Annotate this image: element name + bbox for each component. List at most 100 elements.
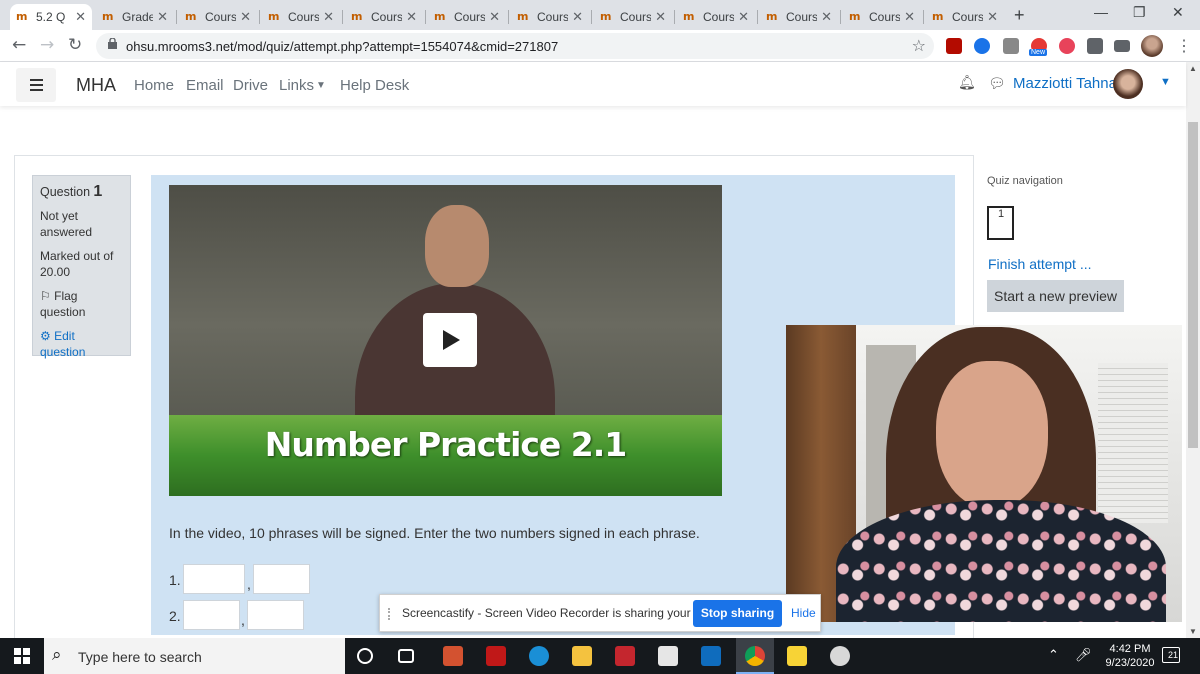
tab-course[interactable]: ⅿ Cours ✕ [594, 4, 672, 30]
stop-sharing-button[interactable]: Stop sharing [693, 600, 782, 627]
tab-course[interactable]: ⅿ Cours ✕ [760, 4, 838, 30]
tab-course[interactable]: ⅿ Cours ✕ [511, 4, 589, 30]
answer-input[interactable] [247, 600, 304, 630]
reload-icon[interactable]: ↻ [68, 35, 82, 55]
share-message: Screencastify - Screen Video Recorder is… [402, 606, 734, 620]
nav-drive[interactable]: Drive [233, 77, 268, 94]
more-menu-icon[interactable]: ⋮ [1176, 36, 1192, 56]
chrome-icon[interactable] [745, 646, 765, 666]
tab-quiz[interactable]: ⅿ 5.2 Q ✕ [10, 4, 92, 30]
edge-icon[interactable] [529, 646, 549, 666]
video-title: Number Practice 2.1 [264, 425, 628, 464]
store-icon[interactable] [658, 646, 678, 666]
tab-course[interactable]: ⅿ Cours ✕ [926, 4, 1004, 30]
user-avatar[interactable] [1113, 69, 1143, 99]
close-icon[interactable]: ✕ [904, 9, 915, 25]
close-icon[interactable]: ✕ [157, 9, 168, 25]
windows-start-icon[interactable] [14, 648, 30, 664]
close-window-icon[interactable]: ✕ [1172, 4, 1184, 21]
chevron-down-icon[interactable]: ▼ [1160, 76, 1171, 88]
extension-icon[interactable] [1003, 38, 1019, 54]
tab-course[interactable]: ⅿ Cours ✕ [179, 4, 257, 30]
close-icon[interactable]: ✕ [406, 9, 417, 25]
close-icon[interactable]: ✕ [323, 9, 334, 25]
play-icon[interactable] [423, 313, 477, 367]
finish-attempt-link[interactable]: Finish attempt ... [988, 256, 1091, 272]
webcam-overlay[interactable] [786, 325, 1182, 622]
scrollbar-thumb[interactable] [1188, 122, 1198, 448]
chat-icon[interactable]: 💬︎ [988, 76, 1006, 92]
extension-icon[interactable] [974, 38, 990, 54]
forward-icon[interactable]: → [40, 35, 54, 55]
chevron-up-icon[interactable]: ⌃ [1048, 648, 1059, 663]
back-icon[interactable]: ← [12, 35, 26, 55]
snipping-tool-icon[interactable] [830, 646, 850, 666]
flag-question[interactable]: ⚐ Flag question [40, 288, 123, 320]
answer-input[interactable] [183, 600, 240, 630]
close-icon[interactable]: ✕ [240, 9, 251, 25]
screen-share-bar: Screencastify - Screen Video Recorder is… [379, 594, 821, 632]
tab-course[interactable]: ⅿ Cours ✕ [428, 4, 506, 30]
mcafee-icon[interactable] [486, 646, 506, 666]
moodle-icon: ⅿ [766, 10, 778, 23]
tab-course[interactable]: ⅿ Cours ✕ [262, 4, 340, 30]
quiz-nav-question-button[interactable]: 1 [987, 206, 1014, 240]
tab-course[interactable]: ⅿ Cours ✕ [843, 4, 921, 30]
address-bar[interactable]: ohsu.mrooms3.net/mod/quiz/attempt.php?at… [96, 33, 934, 59]
close-icon[interactable]: ✕ [572, 9, 583, 25]
answer-input[interactable] [183, 564, 245, 594]
app-icon[interactable] [615, 646, 635, 666]
hamburger-menu-icon[interactable] [16, 68, 56, 102]
tab-separator [176, 10, 177, 24]
edit-question-link[interactable]: ⚙ Edit question [40, 328, 123, 360]
taskbar-search-box[interactable]: ⌕ Type here to search [44, 638, 345, 674]
mail-icon[interactable] [701, 646, 721, 666]
nav-email[interactable]: Email [186, 77, 224, 94]
scroll-up-icon[interactable]: ▲ [1189, 64, 1197, 73]
microphone-icon[interactable]: 🎤︎ [1075, 648, 1092, 663]
tab-label: Cours [869, 10, 901, 24]
close-icon[interactable]: ✕ [489, 9, 500, 25]
webcam-person-shirt [836, 500, 1166, 622]
tab-separator [342, 10, 343, 24]
drag-handle-icon[interactable] [388, 608, 394, 620]
tab-label: 5.2 Q [36, 10, 66, 24]
puzzle-extensions-icon[interactable] [1087, 38, 1103, 54]
minimize-icon[interactable]: — [1094, 4, 1108, 20]
new-tab-icon[interactable]: + [1014, 5, 1025, 26]
scroll-down-icon[interactable]: ▼ [1189, 627, 1197, 636]
restore-icon[interactable]: ❐ [1133, 4, 1146, 21]
tab-grade[interactable]: ⅿ Grade ✕ [96, 4, 174, 30]
notification-center-icon[interactable]: 21 [1162, 647, 1180, 663]
start-new-preview-button[interactable]: Start a new preview [987, 280, 1124, 312]
sticky-notes-icon[interactable] [787, 646, 807, 666]
nav-help-desk[interactable]: Help Desk [340, 77, 409, 94]
hide-button[interactable]: Hide [791, 606, 816, 620]
site-brand[interactable]: MHA [76, 75, 116, 96]
task-view-icon[interactable] [398, 649, 414, 663]
powerpoint-icon[interactable] [443, 646, 463, 666]
close-icon[interactable]: ✕ [987, 9, 998, 25]
tab-course[interactable]: ⅿ Cours ✕ [677, 4, 755, 30]
chevron-down-icon[interactable]: ▼ [316, 80, 326, 91]
page-scrollbar[interactable]: ▲ ▼ [1186, 62, 1200, 638]
close-icon[interactable]: ✕ [738, 9, 749, 25]
profile-avatar[interactable] [1141, 35, 1163, 57]
reading-list-icon[interactable] [1114, 40, 1130, 52]
close-icon[interactable]: ✕ [821, 9, 832, 25]
close-icon[interactable]: ✕ [75, 9, 86, 25]
cortana-icon[interactable] [357, 648, 373, 664]
extension-icon[interactable] [1059, 38, 1075, 54]
user-name[interactable]: Mazziotti Tahna [1013, 75, 1117, 92]
nav-home[interactable]: Home [134, 77, 174, 94]
video-player[interactable]: Number Practice 2.1 [169, 185, 722, 496]
acrobat-extension-icon[interactable] [946, 38, 962, 54]
tab-course[interactable]: ⅿ Cours ✕ [345, 4, 423, 30]
close-icon[interactable]: ✕ [655, 9, 666, 25]
answer-input[interactable] [253, 564, 310, 594]
file-explorer-icon[interactable] [572, 646, 592, 666]
taskbar-clock[interactable]: 4:42 PM 9/23/2020 [1100, 642, 1160, 670]
nav-links[interactable]: Links [279, 77, 314, 94]
bell-icon[interactable]: 🔔︎ [958, 75, 976, 91]
bookmark-star-icon[interactable]: ☆ [912, 36, 926, 55]
